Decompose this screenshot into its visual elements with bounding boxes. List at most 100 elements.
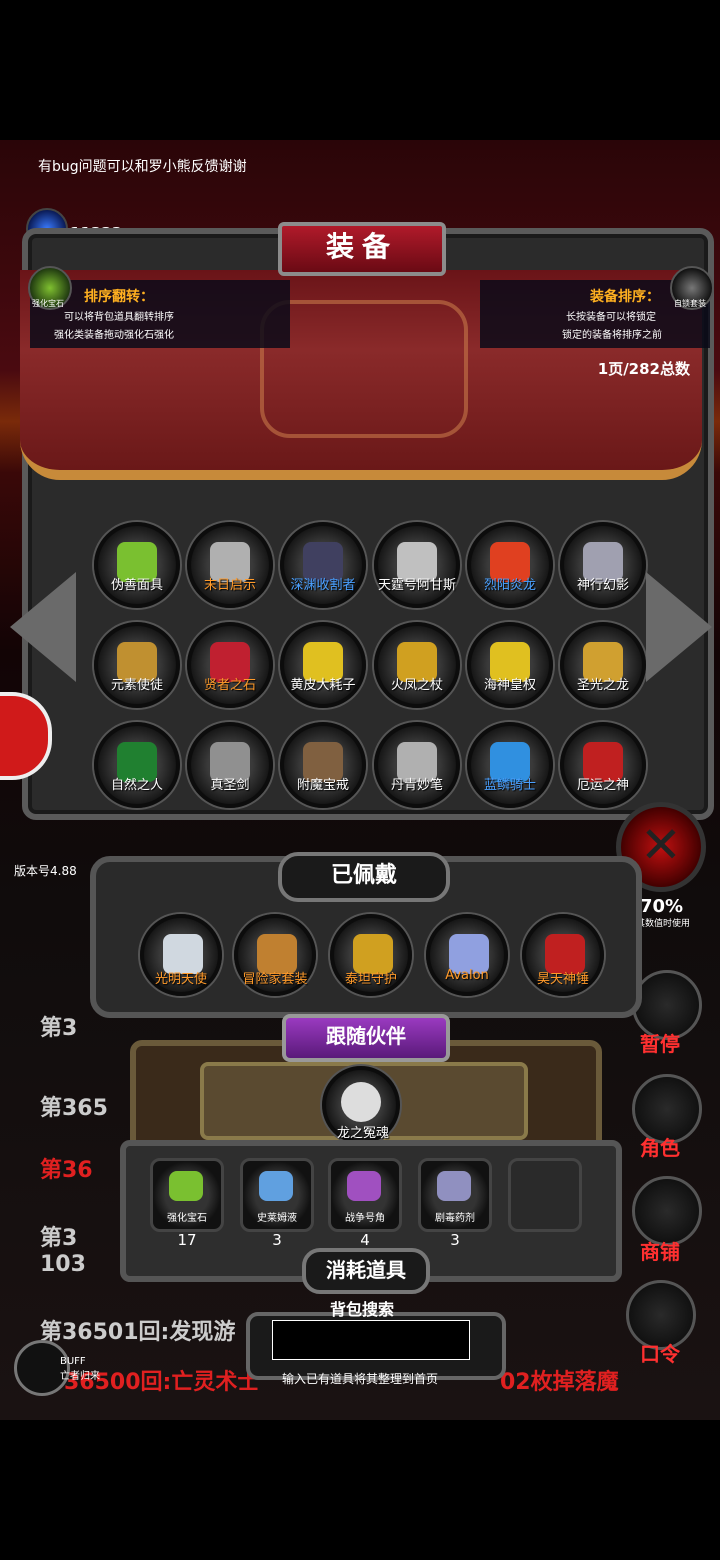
hint-line: 锁定的装备将排序之前 xyxy=(562,330,662,341)
consumable-art-icon xyxy=(169,1171,203,1201)
hint-title: 排序翻转： xyxy=(84,289,154,305)
equipment-label: 蓝鳞骑士 xyxy=(483,778,536,793)
search-label: 背包搜索 xyxy=(330,1300,395,1319)
consumable-label: 战争号角 xyxy=(345,1213,385,1224)
equipment-label: 附魔宝戒 xyxy=(296,778,349,793)
buff-title: BUFF xyxy=(60,1356,86,1367)
equip-sort-button[interactable]: 自锁套装 xyxy=(670,266,714,310)
worn-label: 光明天使 xyxy=(154,972,207,987)
consumable-slot[interactable]: 剧毒药剂 3 xyxy=(418,1158,492,1249)
log-line: 第36 xyxy=(40,1158,93,1183)
equipment-slot[interactable] xyxy=(467,722,553,808)
equipment-slot[interactable] xyxy=(187,522,273,608)
equipment-slot[interactable] xyxy=(187,622,273,708)
consumable-slot[interactable]: 强化宝石 17 xyxy=(150,1158,224,1249)
panel-title: 装备 xyxy=(278,222,446,276)
hint-line: 强化类装备拖动强化石强化 xyxy=(54,330,174,341)
consumable-count: 17 xyxy=(177,1231,197,1249)
command-label: 口令 xyxy=(640,1342,680,1366)
notice-text: 有bug问题可以和罗小熊反馈谢谢 xyxy=(38,159,247,175)
next-page-arrow-icon[interactable] xyxy=(646,572,712,682)
equipment-label: 厄运之神 xyxy=(576,778,629,793)
page-counter: 1页/282总数 xyxy=(597,360,690,378)
equipment-slot[interactable] xyxy=(374,622,460,708)
equipment-label: 末日启示 xyxy=(203,578,256,593)
consumable-label: 史莱姆液 xyxy=(257,1213,297,1224)
worn-label: 昊天神锤 xyxy=(536,972,589,987)
equipment-label: 深渊收割者 xyxy=(290,578,356,593)
companion-title: 跟随伙伴 xyxy=(282,1014,450,1062)
buff-label: BUFF 亡者归来 xyxy=(60,1356,100,1382)
version-label: 版本号4.88 xyxy=(14,864,77,878)
buff-sub: 亡者归来 xyxy=(60,1371,100,1382)
empty-consumable-slot[interactable] xyxy=(508,1158,582,1232)
consumable-slot[interactable]: 史莱姆液 3 xyxy=(240,1158,314,1249)
consumable-art-icon xyxy=(437,1171,471,1201)
companion-name: 龙之冤魂 xyxy=(336,1126,389,1141)
equipment-label: 元素使徒 xyxy=(110,678,163,693)
worn-label: 泰坦守护 xyxy=(344,972,397,987)
search-input[interactable] xyxy=(272,1320,470,1360)
equipment-label: 贤者之石 xyxy=(203,678,256,693)
consumable-art-icon xyxy=(347,1171,381,1201)
equipment-slot[interactable] xyxy=(94,722,180,808)
equipment-label: 丹青妙笔 xyxy=(390,778,443,793)
prev-page-arrow-icon[interactable] xyxy=(10,572,76,682)
consumable-count: 3 xyxy=(272,1231,282,1249)
equipment-label: 自然之人 xyxy=(110,778,163,793)
stat-sub: 其数值时使用 xyxy=(636,919,691,929)
equipment-label: 黄皮大耗子 xyxy=(290,678,356,693)
consumable-label: 强化宝石 xyxy=(167,1213,207,1224)
hint-line: 可以将背包道具翻转排序 xyxy=(64,312,174,323)
log-line: 第36501回:发现游 xyxy=(40,1320,236,1345)
crossed-swords-emblem xyxy=(260,300,468,438)
equipment-slot[interactable] xyxy=(467,522,553,608)
worn-slot[interactable] xyxy=(426,914,508,996)
consumable-art-icon xyxy=(259,1171,293,1201)
equipment-slot[interactable] xyxy=(280,722,366,808)
equipment-label: 烈阳炎龙 xyxy=(483,578,536,593)
equipment-slot[interactable] xyxy=(560,722,646,808)
equipment-slot[interactable] xyxy=(560,622,646,708)
worn-title: 已佩戴 xyxy=(278,852,450,902)
log-line: 103 xyxy=(40,1252,86,1277)
log-line: 第3 xyxy=(40,1226,78,1251)
icon-label: 强化宝石 xyxy=(32,299,64,308)
equipment-label: 海神皇权 xyxy=(483,678,536,693)
log-line: 第3 xyxy=(40,1016,78,1041)
equipment-label: 天霆号阿甘斯 xyxy=(377,578,456,593)
log-line: 第365 xyxy=(40,1096,108,1121)
hint-line: 长按装备可以将锁定 xyxy=(566,312,656,323)
equipment-slot[interactable] xyxy=(187,722,273,808)
equipment-slot[interactable] xyxy=(374,722,460,808)
worn-label: Avalon xyxy=(445,968,489,983)
equipment-label: 伪善面具 xyxy=(110,578,163,593)
equipment-slot[interactable] xyxy=(94,622,180,708)
equipment-slot[interactable] xyxy=(280,522,366,608)
consumable-count: 4 xyxy=(360,1231,370,1249)
equipment-slot[interactable] xyxy=(94,522,180,608)
equipment-label: 真圣剑 xyxy=(210,778,250,793)
consumable-count: 3 xyxy=(450,1231,460,1249)
worn-label: 冒险家套装 xyxy=(242,972,308,987)
log-line: 02枚掉落魔 xyxy=(500,1370,619,1395)
search-hint: 输入已有道具将其整理到首页 xyxy=(282,1372,439,1386)
equipment-label: 火凤之杖 xyxy=(390,678,443,693)
shop-label: 商铺 xyxy=(640,1240,680,1264)
consumable-label: 剧毒药剂 xyxy=(435,1213,475,1224)
icon-label: 自锁套装 xyxy=(674,299,706,308)
hint-title: 装备排序： xyxy=(590,289,660,305)
consumable-title: 消耗道具 xyxy=(302,1248,430,1294)
equipment-label: 神行幻影 xyxy=(576,578,629,593)
equipment-slot[interactable] xyxy=(280,622,366,708)
role-label: 角色 xyxy=(640,1136,680,1160)
stat-value: 70% xyxy=(640,896,684,917)
pause-label: 暂停 xyxy=(640,1032,680,1056)
sort-reverse-button[interactable]: 强化宝石 xyxy=(28,266,72,310)
equipment-slot[interactable] xyxy=(374,522,460,608)
equipment-slot[interactable] xyxy=(467,622,553,708)
skeleton-dragon-icon xyxy=(341,1082,381,1122)
consumable-slot[interactable]: 战争号角 4 xyxy=(328,1158,402,1249)
equipment-slot[interactable] xyxy=(560,522,646,608)
equipment-label: 圣光之龙 xyxy=(576,678,629,693)
